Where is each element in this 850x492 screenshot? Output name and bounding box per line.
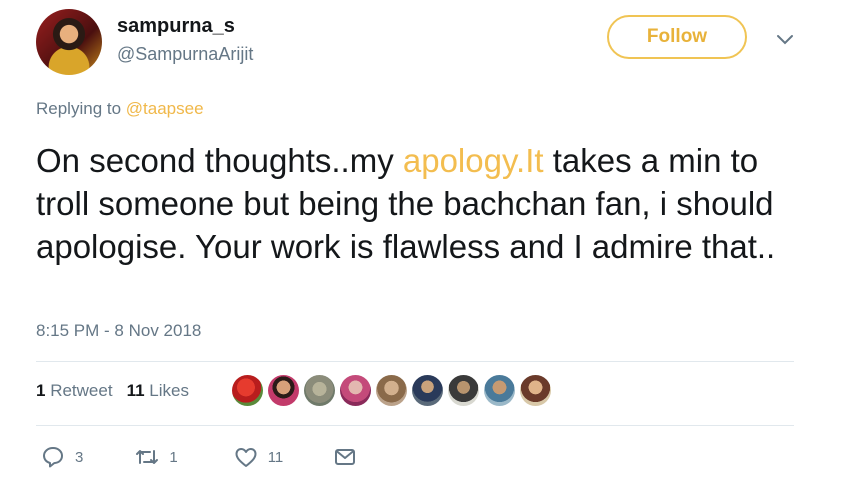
retweets-stat[interactable]: 1 Retweet [36,381,113,401]
liker-avatar[interactable] [268,375,299,406]
liker-avatar[interactable] [232,375,263,406]
retweet-button[interactable]: 1 [135,445,178,469]
tweet-actions: 3 1 11 [36,445,357,469]
likes-count: 11 [126,381,145,400]
reply-button[interactable]: 3 [41,445,83,469]
user-handle[interactable]: @SampurnaArijit [117,44,253,65]
mention-link[interactable]: @taapsee [126,99,204,118]
liker-avatar[interactable] [376,375,407,406]
replying-prefix: Replying to [36,99,122,118]
tweet-text-before: On second thoughts..my [36,142,403,179]
like-count: 11 [267,448,284,466]
likes-label: Likes [149,381,189,400]
engagement-stats: 1 Retweet 11 Likes [36,381,189,401]
liker-avatar[interactable] [304,375,335,406]
retweet-icon [136,450,159,464]
avatar[interactable] [36,9,102,75]
like-button[interactable]: 11 [234,445,284,469]
reply-count: 3 [75,448,84,466]
liker-avatar[interactable] [484,375,515,406]
tweet-text: On second thoughts..my apology.It takes … [36,139,816,268]
reply-icon [43,447,63,468]
liker-avatar[interactable] [340,375,371,406]
like-icon [235,448,257,467]
tweet-link[interactable]: apology.It [403,142,544,179]
liker-avatar[interactable] [448,375,479,406]
timestamp[interactable]: 8:15 PM - 8 Nov 2018 [36,321,201,341]
divider [36,361,794,362]
retweet-count: 1 [169,448,178,466]
retweets-count: 1 [36,381,46,400]
liker-avatar[interactable] [520,375,551,406]
message-button[interactable] [333,445,357,469]
display-name[interactable]: sampurna_s [117,15,235,38]
liker-avatars [232,375,551,406]
liker-avatar[interactable] [412,375,443,406]
chevron-down-icon[interactable] [775,33,795,47]
likes-stat[interactable]: 11 Likes [127,381,189,401]
retweets-label: Retweet [50,381,113,400]
divider [36,425,794,426]
message-icon [335,449,356,465]
replying-to: Replying to @taapsee [36,99,204,119]
follow-button[interactable]: Follow [607,15,747,59]
